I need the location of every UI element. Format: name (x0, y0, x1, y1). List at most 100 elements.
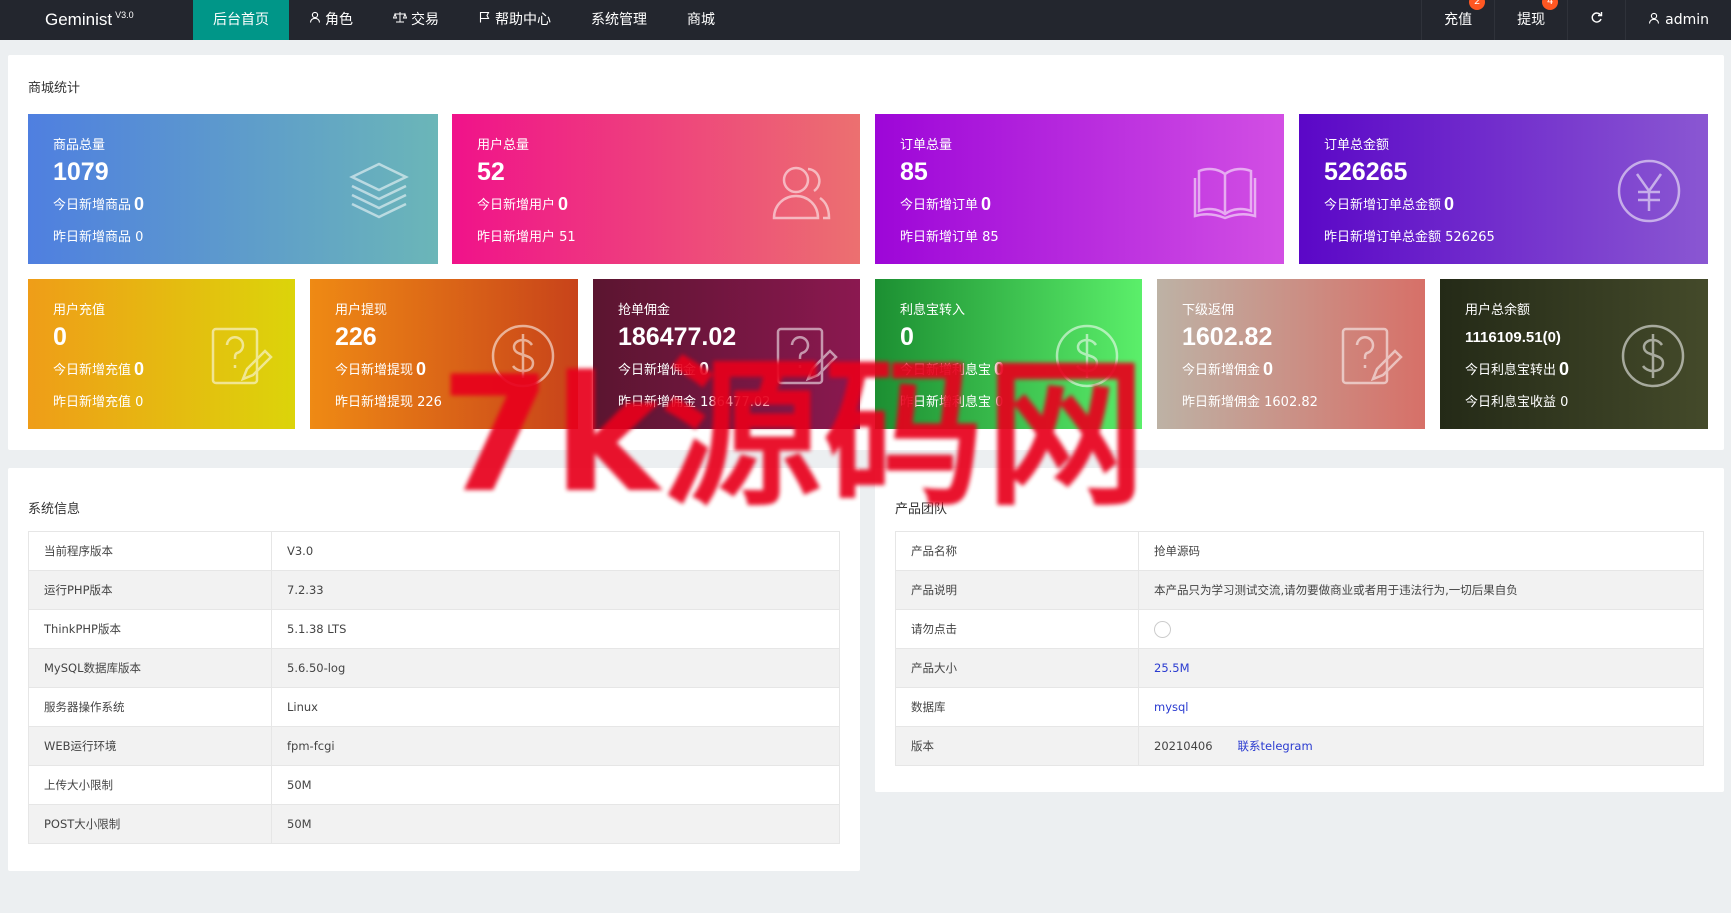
stat-today-value: 0 (134, 194, 145, 214)
stat-today: 今日新增用户 0 (477, 194, 568, 215)
watermark: 7k源码网 (440, 341, 1148, 528)
stat-card-row2-4: 下级返佣 1602.82 今日新增佣金 0 昨日新增佣金 1602.82 (1157, 279, 1425, 429)
edit-question-icon (1337, 323, 1403, 389)
table-row: 运行PHP版本 7.2.33 (28, 570, 840, 610)
product-team-table: 产品名称 抢单源码 产品说明 本产品只为学习测试交流,请勿要做商业或者用于违法行为,一… (895, 531, 1704, 766)
nav-role-label: 角色 (325, 12, 353, 28)
stat-today-label: 今日新增订单总金额 (1324, 198, 1442, 213)
sys-value: Linux (271, 687, 840, 727)
flag-icon (479, 0, 491, 40)
stat-yesterday: 昨日新增订单总金额 526265 (1324, 230, 1495, 245)
mall-stats-title: 商城统计 (28, 81, 81, 96)
stat-value: 1602.82 (1182, 323, 1273, 351)
circle-badge-icon[interactable] (1154, 620, 1171, 638)
system-info-table: 当前程序版本 V3.0 运行PHP版本 7.2.33 ThinkPHP版本 5.1.38 … (28, 531, 840, 844)
stat-label: 用户充值 (53, 303, 106, 318)
scale-icon (392, 0, 408, 40)
nav-role[interactable]: 角色 (289, 0, 373, 40)
stat-yesterday: 今日利息宝收益 0 (1465, 395, 1569, 410)
user-menu[interactable]: admin (1625, 0, 1731, 40)
sys-value: 7.2.33 (271, 570, 840, 610)
edit-question-icon (207, 323, 273, 389)
version-value: 20210406 (1154, 739, 1213, 753)
system-info-card: 系统信息 当前程序版本 V3.0 运行PHP版本 7.2.33 ThinkPHP版本 5.… (8, 468, 860, 871)
nav-trade[interactable]: 交易 (373, 0, 459, 40)
stat-value: 85 (900, 158, 928, 186)
nav-mall[interactable]: 商城 (667, 0, 735, 40)
telegram-link[interactable]: 联系telegram (1238, 739, 1313, 753)
prod-key: 产品大小 (895, 648, 1139, 688)
stat-today-label: 今日新增商品 (53, 198, 132, 213)
prod-key: 产品名称 (895, 531, 1139, 571)
stat-today: 今日新增佣金 0 (1182, 359, 1273, 380)
stat-value: 226 (335, 323, 377, 351)
refresh-button[interactable] (1567, 0, 1625, 40)
stat-label: 用户总余额 (1465, 303, 1531, 318)
stat-value: 1079 (53, 158, 109, 186)
nav-system-label: 系统管理 (591, 12, 647, 28)
stat-label: 订单总金额 (1324, 138, 1390, 153)
stat-today: 今日新增订单总金额 0 (1324, 194, 1454, 215)
withdraw-badge: 4 (1542, 0, 1559, 10)
table-row: 上传大小限制 50M (28, 765, 840, 805)
nav-system[interactable]: 系统管理 (571, 0, 667, 40)
stat-label: 商品总量 (53, 138, 106, 153)
users-icon (768, 158, 834, 224)
stat-label: 订单总量 (900, 138, 953, 153)
sys-value: V3.0 (271, 531, 840, 571)
recharge-button[interactable]: 充值 2 (1421, 0, 1494, 40)
stat-label: 抢单佣金 (618, 303, 671, 318)
table-row: 产品大小 25.5M (895, 648, 1704, 688)
stat-today-value: 0 (1263, 359, 1274, 379)
refresh-icon (1590, 0, 1603, 40)
stat-value: 526265 (1324, 158, 1408, 186)
nav-help-label: 帮助中心 (495, 12, 551, 28)
user-name: admin (1665, 12, 1709, 28)
stat-label: 利息宝转入 (900, 303, 966, 318)
brand-logo[interactable]: Geminist V3.0 (0, 10, 193, 30)
stat-card-row1-1: 用户总量 52 今日新增用户 0 昨日新增用户 51 (452, 114, 860, 264)
book-icon (1192, 158, 1258, 224)
table-row: MySQL数据库版本 5.6.50-log (28, 648, 840, 688)
stat-today-label: 今日新增用户 (477, 198, 556, 213)
table-row: 当前程序版本 V3.0 (28, 531, 840, 571)
table-row: 服务器操作系统 Linux (28, 687, 840, 727)
nav-mall-label: 商城 (687, 12, 715, 28)
recharge-label: 充值 (1444, 12, 1473, 28)
withdraw-button[interactable]: 提现 4 (1494, 0, 1567, 40)
dollar-icon (1620, 323, 1686, 389)
stat-today-value: 0 (416, 359, 427, 379)
recharge-badge: 2 (1469, 0, 1486, 10)
sys-value: 50M (271, 804, 840, 844)
user-icon (309, 0, 321, 40)
stat-yesterday: 昨日新增用户 51 (477, 230, 576, 245)
table-row: 产品说明 本产品只为学习测试交流,请勿要做商业或者用于违法行为,一切后果自负 (895, 570, 1704, 610)
stat-today-value: 0 (134, 359, 145, 379)
stat-value: 52 (477, 158, 505, 186)
prod-key: 产品说明 (895, 570, 1139, 610)
stat-today-value: 0 (1559, 359, 1570, 379)
withdraw-label: 提现 (1517, 12, 1546, 28)
stat-card-row2-5: 用户总余额 1116109.51(0) 今日利息宝转出 0 今日利息宝收益 0 (1440, 279, 1708, 429)
table-row: POST大小限制 50M (28, 804, 840, 844)
table-row: WEB运行环境 fpm-fcgi (28, 726, 840, 766)
nav-help[interactable]: 帮助中心 (459, 0, 571, 40)
right-nav: 充值 2 提现 4 admin (1421, 0, 1731, 40)
prod-key: 数据库 (895, 687, 1139, 727)
sys-key: 服务器操作系统 (28, 687, 272, 727)
stat-yesterday: 昨日新增充值 0 (53, 395, 144, 410)
prod-key: 请勿点击 (895, 609, 1139, 649)
sys-value: 5.1.38 LTS (271, 609, 840, 649)
stat-value: 1116109.51(0) (1465, 329, 1561, 346)
sys-value: fpm-fcgi (271, 726, 840, 766)
stat-card-row1-2: 订单总量 85 今日新增订单 0 昨日新增订单 85 (875, 114, 1284, 264)
brand-name: Geminist (45, 10, 113, 29)
stat-today: 今日新增订单 0 (900, 194, 991, 215)
stat-yesterday: 昨日新增提现 226 (335, 395, 442, 410)
table-row: 请勿点击 (895, 609, 1704, 649)
nav-home[interactable]: 后台首页 (193, 0, 289, 40)
stat-label: 用户总量 (477, 138, 530, 153)
stat-yesterday: 昨日新增订单 85 (900, 230, 999, 245)
sys-value: 5.6.50-log (271, 648, 840, 688)
prod-value: 20210406 联系telegram (1138, 726, 1704, 766)
